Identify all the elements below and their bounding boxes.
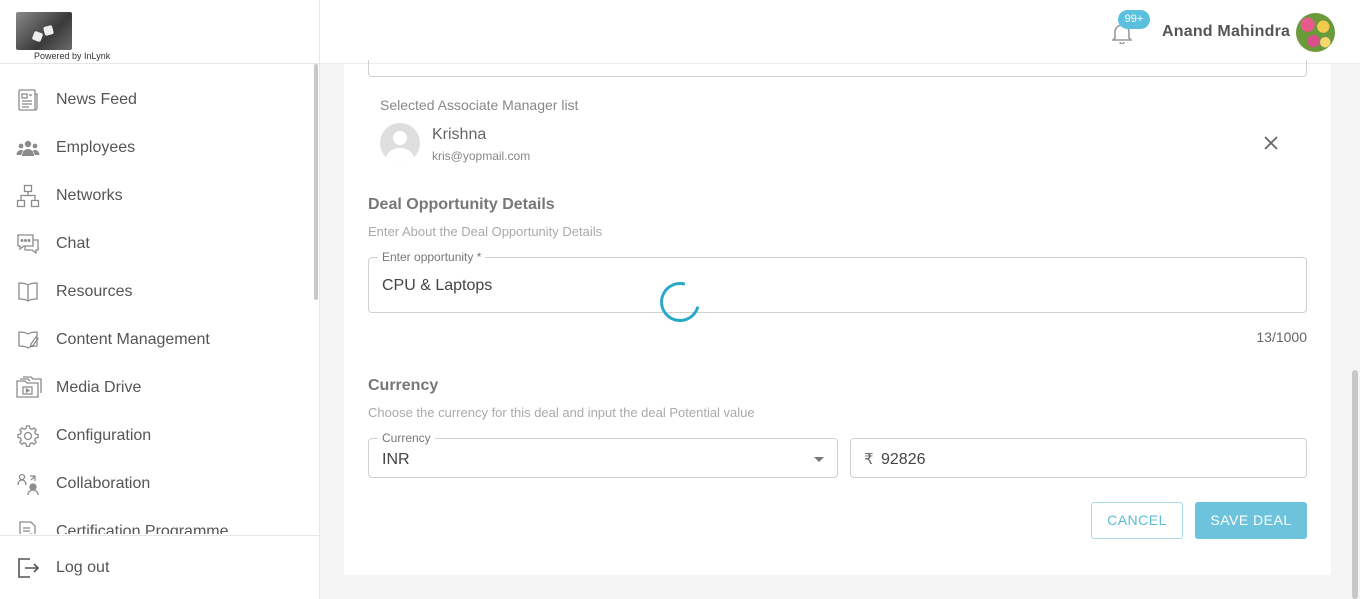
certificate-icon — [16, 520, 40, 534]
deal-section-title: Deal Opportunity Details — [368, 196, 555, 213]
sidebar-item-label: Resources — [56, 283, 133, 300]
sidebar-item-label: News Feed — [56, 91, 137, 108]
media-drive-icon — [16, 376, 42, 400]
sidebar-nav: News Feed Employees Networks Chat Resour… — [0, 64, 314, 534]
sidebar-item-media-drive[interactable]: Media Drive — [0, 364, 314, 412]
associate-manager-search-field[interactable] — [368, 60, 1307, 77]
networks-icon — [16, 184, 40, 208]
gear-icon — [16, 424, 40, 448]
close-icon[interactable] — [1261, 133, 1281, 153]
page-scrollbar-thumb[interactable] — [1352, 370, 1358, 599]
sidebar-item-label: Collaboration — [56, 475, 151, 492]
deal-form-card: Selected Associate Manager list Krishna … — [344, 60, 1331, 575]
deal-value-field[interactable]: ₹ 92826 — [850, 438, 1307, 478]
opportunity-label: Enter opportunity * — [378, 250, 486, 264]
sidebar-item-news-feed[interactable]: News Feed — [0, 76, 314, 124]
opportunity-field[interactable]: Enter opportunity * CPU & Laptops — [368, 250, 1307, 313]
opportunity-value[interactable]: CPU & Laptops — [382, 277, 492, 295]
rupee-icon: ₹ — [864, 451, 874, 468]
sidebar-item-resources[interactable]: Resources — [0, 268, 314, 316]
sidebar-item-label: Media Drive — [56, 379, 142, 396]
cancel-button[interactable]: CANCEL — [1091, 502, 1183, 539]
logout-icon — [16, 556, 40, 580]
selected-manager-heading: Selected Associate Manager list — [380, 97, 579, 113]
logout-label: Log out — [56, 559, 110, 576]
sidebar-item-certification[interactable]: Certification Programme — [0, 508, 314, 534]
company-logo[interactable] — [16, 12, 72, 50]
currency-value: INR — [382, 451, 410, 468]
currency-label: Currency — [378, 431, 435, 445]
sidebar-item-label: Chat — [56, 235, 90, 252]
sidebar-item-content-management[interactable]: Content Management — [0, 316, 314, 364]
notification-badge[interactable]: 99+ — [1118, 10, 1150, 29]
sidebar-scrollbar-thumb[interactable] — [314, 64, 318, 300]
sidebar-item-collaboration[interactable]: Collaboration — [0, 460, 314, 508]
sidebar-item-chat[interactable]: Chat — [0, 220, 314, 268]
manager-avatar — [380, 123, 420, 163]
powered-by-text: Powered by InLynk — [34, 51, 111, 61]
collaboration-icon — [16, 472, 40, 496]
sidebar-item-label: Configuration — [56, 427, 152, 444]
manager-email: kris@yopmail.com — [432, 149, 531, 163]
sidebar-item-employees[interactable]: Employees — [0, 124, 314, 172]
employees-icon — [16, 136, 40, 160]
avatar[interactable] — [1296, 13, 1335, 52]
content-management-icon — [16, 328, 40, 352]
currency-section-title: Currency — [368, 377, 439, 394]
character-counter: 13/1000 — [1256, 329, 1307, 345]
save-deal-button[interactable]: SAVE DEAL — [1195, 502, 1307, 539]
sidebar-scrollbar[interactable] — [314, 64, 319, 534]
sidebar: Powered by InLynk News Feed Employees Ne… — [0, 0, 320, 599]
logo-area: Powered by InLynk — [0, 0, 320, 64]
deal-section-subtitle: Enter About the Deal Opportunity Details — [368, 224, 603, 239]
chevron-down-icon[interactable] — [814, 457, 824, 462]
user-name[interactable]: Anand Mahindra — [1162, 23, 1290, 41]
book-icon — [16, 280, 40, 304]
sidebar-item-label: Employees — [56, 139, 136, 156]
top-header: 99+ Anand Mahindra — [320, 0, 1360, 64]
chat-icon — [16, 232, 40, 256]
deal-value-input[interactable]: 92826 — [881, 451, 926, 469]
news-feed-icon — [16, 88, 40, 112]
currency-section-subtitle: Choose the currency for this deal and in… — [368, 405, 755, 420]
sidebar-item-label: Networks — [56, 187, 123, 204]
sidebar-item-label: Content Management — [56, 331, 210, 348]
sidebar-item-networks[interactable]: Networks — [0, 172, 314, 220]
sidebar-item-configuration[interactable]: Configuration — [0, 412, 314, 460]
manager-name: Krishna — [432, 126, 487, 143]
logout-button[interactable]: Log out — [0, 535, 320, 599]
currency-select[interactable]: Currency INR — [368, 431, 838, 478]
sidebar-item-label: Certification Programme — [56, 523, 229, 534]
